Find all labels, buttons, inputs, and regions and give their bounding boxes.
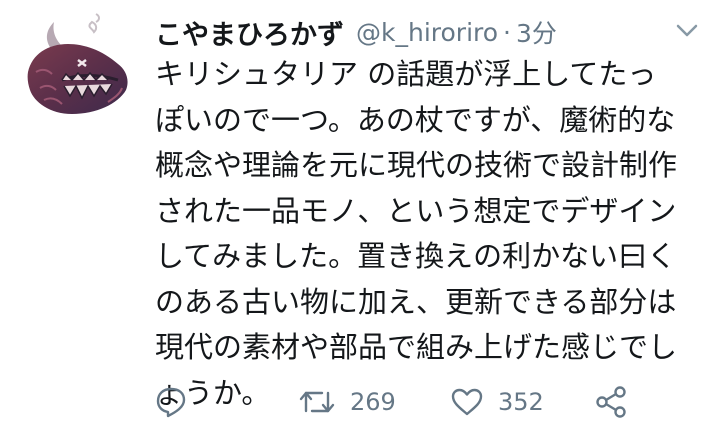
display-name[interactable]: こやまひろかず: [155, 13, 344, 52]
tweet-text: キリシュタリア の話題が浮上してたっ ぽいので一つ。あの杖ですが、魔術的な 概念…: [155, 52, 715, 416]
separator-dot: ·: [503, 17, 511, 47]
action-bar: 269 352: [150, 380, 630, 424]
reply-button[interactable]: [154, 380, 188, 424]
avatar-illustration: [22, 10, 134, 122]
tweet-text-line: 概念や理論を元に現代の技術で設計制作: [155, 148, 678, 182]
share-button[interactable]: [594, 380, 628, 424]
tweet-text-line: キリシュタリア の話題が浮上してたっ: [155, 57, 657, 91]
chevron-down-icon[interactable]: [674, 18, 700, 44]
tweet-text-line: された一品モノ、という想定でデザイン: [155, 193, 677, 228]
retweet-icon: [299, 391, 335, 413]
user-handle[interactable]: @k_hiroriro: [356, 18, 498, 47]
like-count: 352: [498, 388, 544, 416]
tweet-card: こやまひろかず @k_hiroriro · 3分 キリシュタリア の話題が浮上し…: [0, 0, 719, 440]
retweet-button[interactable]: 269: [298, 380, 396, 424]
reply-icon: [156, 387, 186, 418]
tweet-text-line: してみました。置き換えの利かない曰く: [155, 239, 677, 273]
timestamp[interactable]: 3分: [516, 14, 557, 50]
tweet-text-line: のある古い物に加え、更新できる部分は: [155, 284, 677, 319]
avatar[interactable]: [22, 10, 134, 122]
tweet-text-line: 現代の素材や部品で組み上げた感じでし: [155, 330, 678, 364]
retweet-count: 269: [350, 388, 396, 416]
like-button[interactable]: 352: [450, 380, 544, 424]
heart-icon: [451, 388, 483, 416]
tweet-text-line: ぽいので一つ。あの杖ですが、魔術的な: [155, 102, 676, 137]
share-icon: [596, 386, 626, 418]
tweet-header: こやまひろかず @k_hiroriro · 3分: [155, 10, 557, 54]
